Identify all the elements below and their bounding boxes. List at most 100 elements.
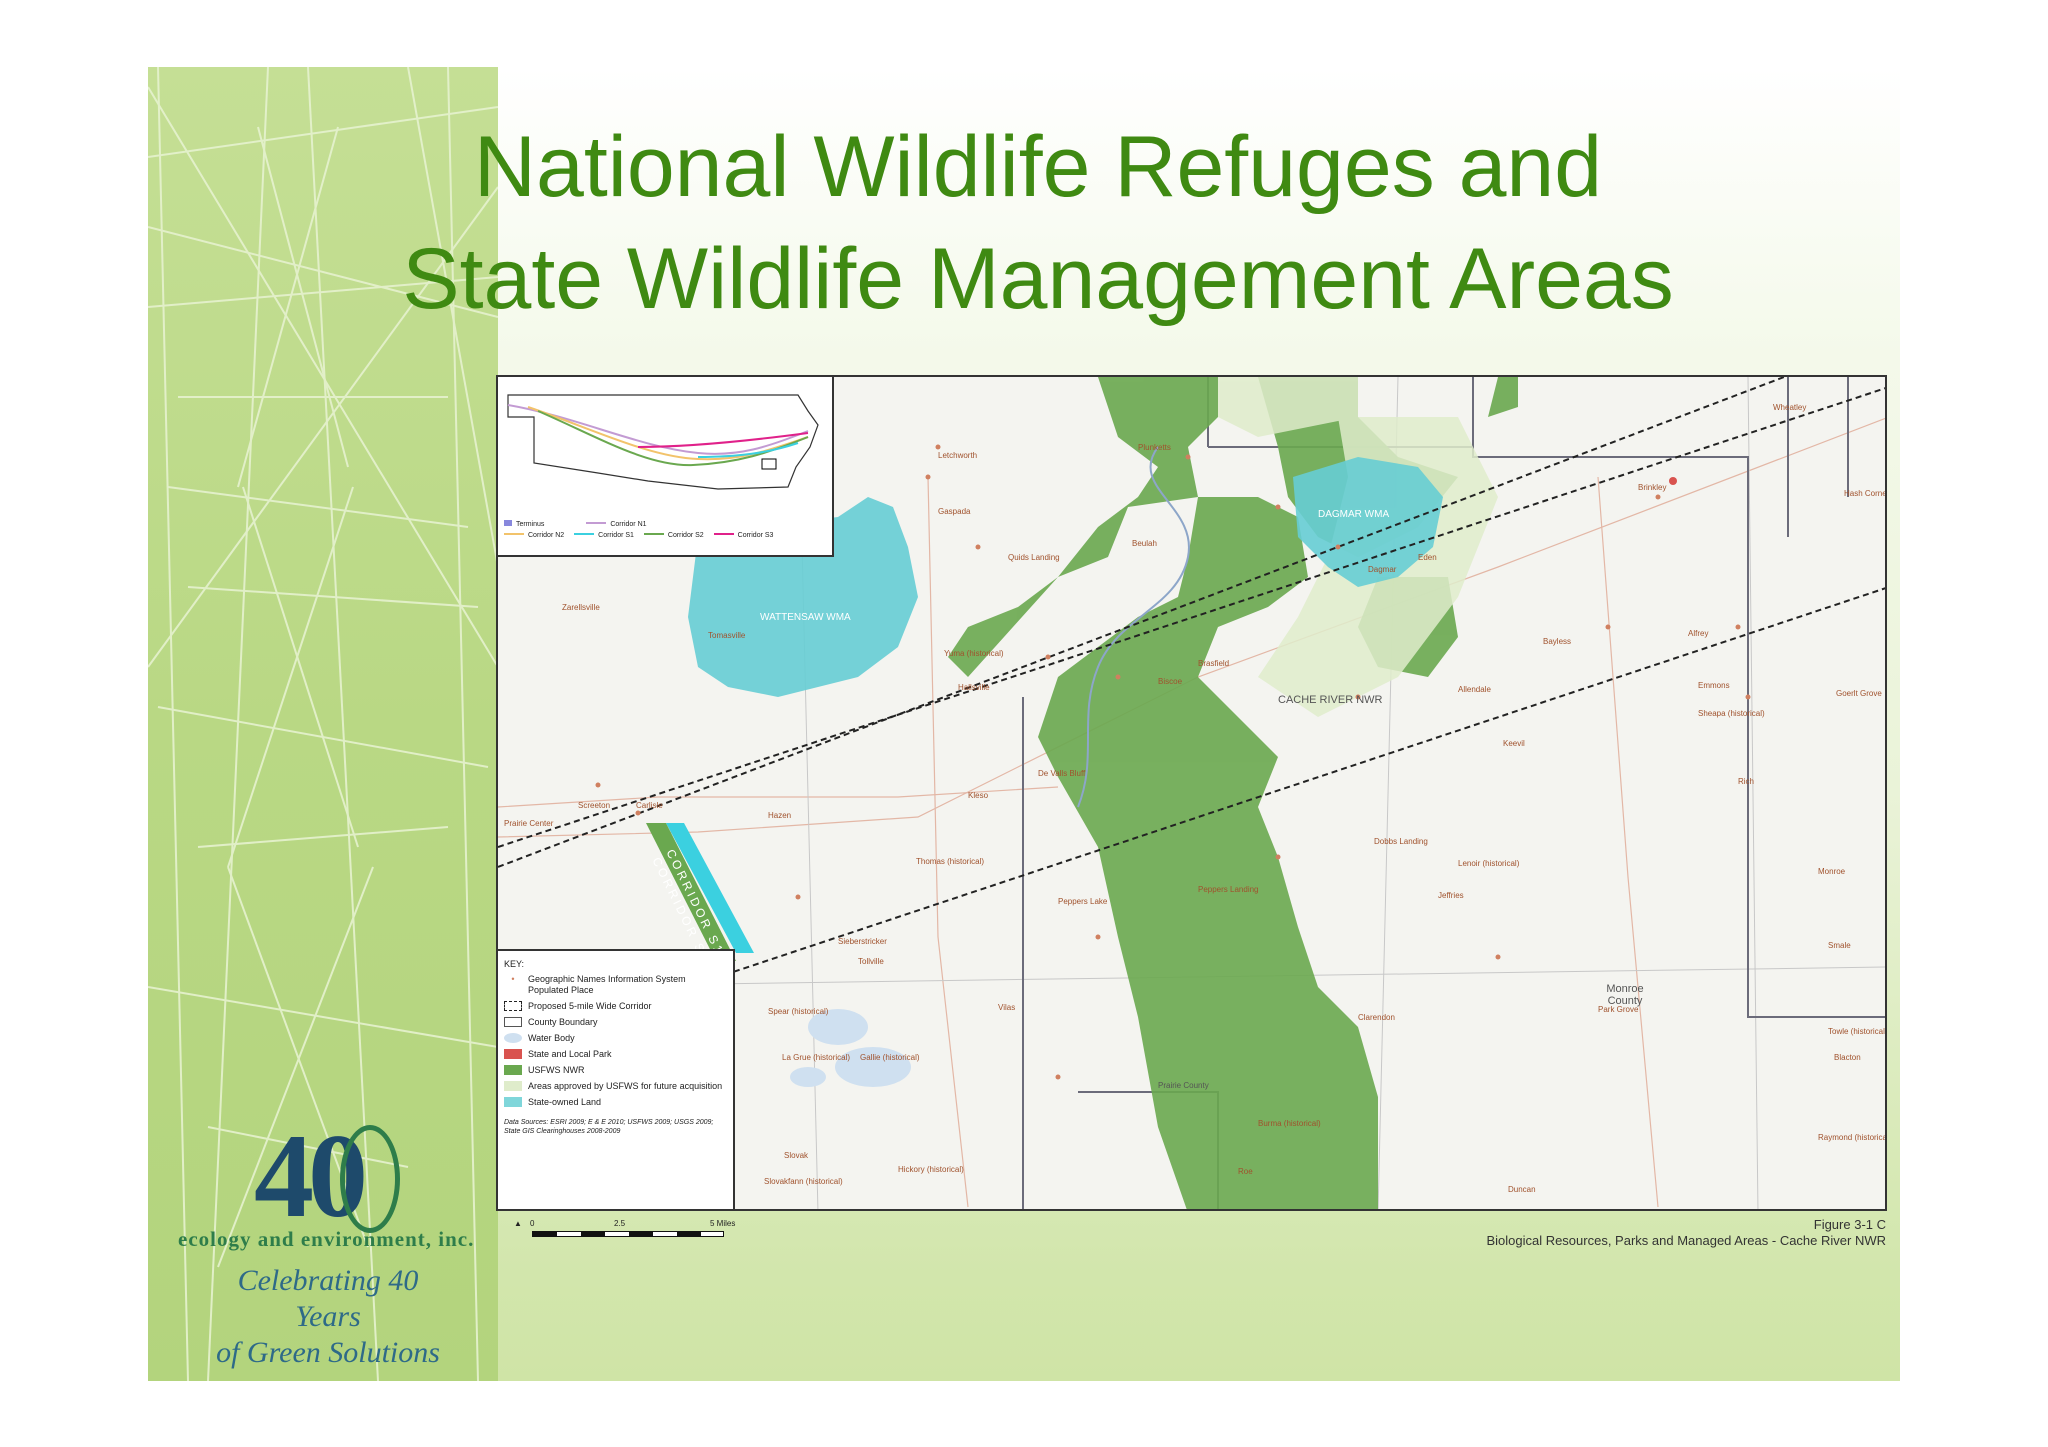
town-label: Goerlt Grove <box>1836 689 1882 698</box>
town-label: Wheatley <box>1773 403 1807 412</box>
scale-tick: 0 <box>530 1219 535 1228</box>
town-label: Rich <box>1738 777 1755 786</box>
figure-caption: Figure 3-1 C Biological Resources, Parks… <box>1486 1217 1886 1249</box>
town-label: Brinkley <box>1638 483 1667 492</box>
town-label: Tollville <box>858 957 884 966</box>
dagmar-wma-label: DAGMAR WMA <box>1318 509 1390 520</box>
town-label: Emmons <box>1698 681 1730 690</box>
cache-river-nwr-label: CACHE RIVER NWR <box>1278 693 1383 707</box>
county-boundary-symbol <box>504 1017 522 1027</box>
key-label: County Boundary <box>528 1017 598 1027</box>
key-row: USFWS NWR <box>504 1065 727 1076</box>
key-row: • Geographic Names Information System Po… <box>504 974 727 996</box>
monroe-county-label: Monroe County <box>1606 983 1644 1007</box>
title-line-2: State Wildlife Management Areas <box>402 231 1674 327</box>
town-label: Gallie (historical) <box>860 1053 920 1062</box>
data-sources: Data Sources: ESRI 2009; E & E 2010; USF… <box>504 1119 714 1135</box>
town-label: Prairie Center <box>504 819 554 828</box>
town-label: Quids Landing <box>1008 553 1060 562</box>
town-label: Allendale <box>1458 685 1491 694</box>
scale-bar: ▲ 0 2.5 5 Miles <box>514 1219 754 1237</box>
town-label: Duncan <box>1508 1185 1536 1194</box>
town-label: Clarendon <box>1358 1013 1395 1022</box>
town-label: Vilas <box>998 1003 1016 1012</box>
town-label: Slovakfann (historical) <box>764 1177 843 1186</box>
town-label: Burma (historical) <box>1258 1119 1321 1128</box>
town-label: Eden <box>1418 553 1437 562</box>
future-acquisition-symbol <box>504 1081 522 1091</box>
water-body-symbol <box>504 1033 522 1043</box>
inset-legend-s3: Corridor S3 <box>737 532 774 539</box>
town-label: Peppers Landing <box>1198 885 1259 894</box>
company-name: ecology and environment, inc. <box>178 1227 475 1251</box>
scale-tick: 5 Miles <box>710 1219 736 1228</box>
populated-place-symbol: • <box>511 974 515 984</box>
town-label: Raymond (historical) <box>1818 1133 1887 1142</box>
figure-title: Biological Resources, Parks and Managed … <box>1486 1233 1886 1248</box>
town-label: La Grue (historical) <box>782 1053 851 1062</box>
town-label: Zarellsville <box>562 603 600 612</box>
key-row: State-owned Land <box>504 1097 727 1108</box>
usfws-nwr-symbol <box>504 1065 522 1075</box>
key-row: Proposed 5-mile Wide Corridor <box>504 1001 727 1012</box>
town-label: De Valls Bluff <box>1038 769 1086 778</box>
corridor-symbol <box>504 1001 522 1011</box>
inset-overview-map: Terminus Corridor N1 Corridor N2 Corrido… <box>498 377 834 557</box>
town-label: Beulah <box>1132 539 1157 548</box>
town-label: Plunketts <box>1138 443 1171 452</box>
town-label: Park Grove <box>1598 1005 1639 1014</box>
town-label: Blacton <box>1834 1053 1861 1062</box>
town-label: Towle (historical) <box>1828 1027 1887 1036</box>
tagline-line-2: of Green Solutions <box>216 1336 440 1369</box>
town-label: Kleso <box>968 791 989 800</box>
town-label: Keevil <box>1503 739 1525 748</box>
inset-legend-n2: Corridor N2 <box>528 532 565 539</box>
key-label: State and Local Park <box>528 1049 612 1059</box>
figure-number: Figure 3-1 C <box>1813 1217 1886 1232</box>
inset-legend-terminus: Terminus <box>516 521 545 528</box>
key-row: County Boundary <box>504 1017 727 1028</box>
key-row: Water Body <box>504 1033 727 1044</box>
town-label: Alfrey <box>1688 629 1709 638</box>
title-line-1: National Wildlife Refuges and <box>473 119 1603 215</box>
watersaw-wma-label: WATTENSAW WMA <box>760 612 851 623</box>
scale-bar-graphic <box>532 1231 724 1237</box>
town-label: Hash Corner <box>1844 489 1887 498</box>
town-label: Smale <box>1828 941 1851 950</box>
tagline-line-1: Celebrating 40 Years <box>237 1264 419 1333</box>
scale-tick: 2.5 <box>614 1219 626 1228</box>
key-heading: KEY: <box>504 959 525 969</box>
map-key: KEY: • Geographic Names Information Syst… <box>498 949 735 1209</box>
logo-ring-icon <box>340 1125 400 1233</box>
town-label: Letchworth <box>938 451 978 460</box>
tagline: Celebrating 40 Years of Green Solutions <box>203 1263 453 1371</box>
county-label: Prairie County <box>1158 1081 1209 1090</box>
key-row: Areas approved by USFWS for future acqui… <box>504 1081 727 1092</box>
town-label: Gaspada <box>938 507 971 516</box>
inset-legend-s2: Corridor S2 <box>667 532 704 539</box>
key-label: Geographic Names Information System Popu… <box>528 974 686 995</box>
town-label: Jeffries <box>1438 891 1464 900</box>
town-label: Bayless <box>1543 637 1572 646</box>
town-label: Hickory (historical) <box>898 1165 964 1174</box>
slide: National Wildlife Refuges and State Wild… <box>148 67 1900 1381</box>
inset-legend-n1: Corridor N1 <box>610 521 647 528</box>
key-label: USFWS NWR <box>528 1065 585 1075</box>
town-label: Monroe <box>1818 867 1846 876</box>
inset-legend: Terminus Corridor N1 Corridor N2 Corrido… <box>504 519 773 541</box>
town-label: Biscoe <box>1158 677 1183 686</box>
town-label: Thomas (historical) <box>916 857 985 866</box>
town-label: Screeton <box>578 801 611 810</box>
state-land-symbol <box>504 1097 522 1107</box>
town-label: Sheapa (historical) <box>1698 709 1765 718</box>
town-label: Sieberstricker <box>838 937 887 946</box>
town-label: Roe <box>1238 1167 1253 1176</box>
park-symbol <box>504 1049 522 1059</box>
inset-legend-s1: Corridor S1 <box>598 532 634 539</box>
town-label: Hallsville <box>958 683 990 692</box>
key-label: Water Body <box>528 1033 575 1043</box>
slide-title: National Wildlife Refuges and State Wild… <box>288 111 1788 335</box>
town-label: Peppers Lake <box>1058 897 1108 906</box>
town-label: Hazen <box>768 811 792 820</box>
key-label: Proposed 5-mile Wide Corridor <box>528 1001 652 1011</box>
